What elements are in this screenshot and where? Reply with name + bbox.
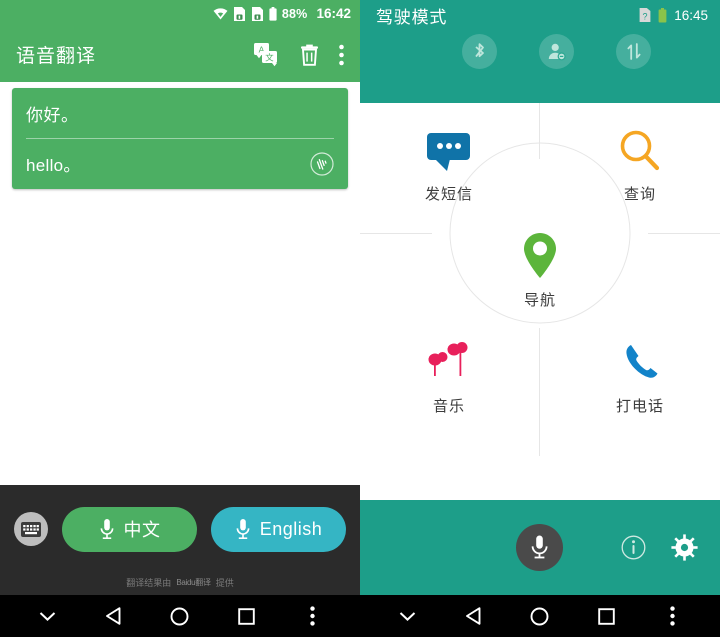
delete-icon[interactable] — [300, 44, 319, 66]
data-transfer-icon[interactable] — [616, 34, 651, 69]
speak-chinese-label: 中文 — [123, 520, 161, 540]
back-icon[interactable] — [448, 595, 500, 637]
message-bubble-icon — [384, 125, 514, 173]
right-status-time: 16:45 — [674, 7, 708, 23]
translation-card[interactable]: 你好。 hello。 — [12, 88, 348, 189]
wifi-icon — [213, 7, 228, 20]
translation-result-row: hello。 — [26, 139, 334, 189]
sim-card-2-icon — [251, 6, 264, 21]
attribution-brand: Baidu翻译 — [176, 577, 211, 587]
attribution-prefix: 翻译结果由 — [126, 577, 172, 588]
chevron-down-icon[interactable] — [381, 595, 433, 637]
grid-label-query: 查询 — [623, 186, 656, 203]
grid-divider-horizontal-left — [360, 233, 432, 234]
chevron-down-icon[interactable] — [21, 595, 73, 637]
overflow-menu-icon[interactable] — [339, 44, 344, 66]
battery-percent-label: 88% — [281, 6, 308, 21]
left-status-bar: 88% 16:42 — [0, 0, 360, 27]
left-navigation-bar — [0, 595, 360, 637]
home-icon[interactable] — [514, 595, 566, 637]
map-pin-icon — [475, 231, 605, 279]
bluetooth-icon[interactable] — [462, 34, 497, 69]
back-icon[interactable] — [88, 595, 140, 637]
microphone-icon — [235, 518, 251, 541]
grid-item-navigation[interactable]: 导航 — [475, 231, 605, 310]
translation-result-text: hello。 — [26, 156, 81, 175]
recents-icon[interactable] — [580, 595, 632, 637]
home-icon[interactable] — [154, 595, 206, 637]
overflow-menu-icon[interactable] — [287, 595, 339, 637]
speak-chinese-button[interactable]: 中文 — [62, 506, 197, 552]
grid-divider-horizontal-right — [648, 233, 720, 234]
left-app-bar: 语音翻译 A 文 — [0, 27, 360, 82]
right-phone-screen: 驾驶模式 ? 16:45 发短信 查询 导航 音乐 打电话 — [360, 0, 720, 637]
right-status-bar: 驾驶模式 ? 16:45 — [360, 0, 720, 30]
translation-attribution: 翻译结果由 Baidu翻译 提供 — [0, 573, 360, 595]
grid-label-sms: 发短信 — [424, 186, 473, 203]
speak-english-button[interactable]: English — [211, 506, 346, 552]
recents-icon[interactable] — [220, 595, 272, 637]
translate-language-icon[interactable]: A 文 — [254, 42, 280, 67]
left-phone-screen: 88% 16:42 语音翻译 A 文 你好。 hello。 中文 English… — [0, 0, 360, 637]
sim-card-1-icon — [233, 6, 246, 21]
dual-screenshot-container: 88% 16:42 语音翻译 A 文 你好。 hello。 中文 English… — [0, 0, 720, 637]
grid-item-call[interactable]: 打电话 — [575, 337, 705, 416]
driving-mode-bottom-bar — [360, 500, 720, 595]
speaker-play-icon[interactable] — [310, 151, 334, 176]
svg-text:文: 文 — [265, 52, 274, 62]
info-icon[interactable] — [621, 535, 646, 560]
earbuds-icon — [384, 337, 514, 385]
translation-source-text: 你好。 — [26, 106, 79, 125]
app-title: 语音翻译 — [16, 46, 97, 67]
grid-label-music: 音乐 — [432, 398, 465, 415]
language-button-row: 中文 English — [0, 485, 360, 573]
keyboard-icon[interactable] — [14, 512, 48, 546]
svg-text:?: ? — [643, 11, 648, 21]
microphone-icon — [99, 518, 115, 541]
driving-mode-title: 驾驶模式 — [376, 7, 448, 27]
contacts-icon[interactable] — [539, 34, 574, 69]
driving-mode-grid: 发短信 查询 导航 音乐 打电话 — [360, 103, 720, 456]
grid-label-navigation: 导航 — [523, 292, 556, 309]
phone-handset-icon — [575, 337, 705, 385]
battery-icon — [269, 6, 277, 21]
sim-unknown-icon: ? — [639, 8, 651, 22]
gear-icon[interactable] — [671, 534, 698, 561]
speak-english-label: English — [259, 518, 323, 539]
driving-mode-toggles — [360, 34, 720, 69]
search-magnifier-icon — [575, 125, 705, 173]
grid-label-call: 打电话 — [615, 398, 664, 415]
left-control-panel: 中文 English 翻译结果由 Baidu翻译 提供 — [0, 485, 360, 595]
right-navigation-bar — [360, 595, 720, 637]
voice-command-button[interactable] — [516, 524, 563, 571]
overflow-menu-icon[interactable] — [647, 595, 699, 637]
left-app-bar-actions: A 文 — [254, 42, 348, 67]
attribution-suffix: 提供 — [215, 577, 234, 588]
grid-item-music[interactable]: 音乐 — [384, 337, 514, 416]
left-status-time: 16:42 — [316, 6, 351, 21]
grid-divider-vertical-mid — [539, 328, 540, 456]
driving-mode-header: 驾驶模式 ? 16:45 — [360, 0, 720, 103]
grid-item-sms[interactable]: 发短信 — [384, 125, 514, 204]
battery-icon — [658, 7, 667, 23]
grid-item-query[interactable]: 查询 — [575, 125, 705, 204]
